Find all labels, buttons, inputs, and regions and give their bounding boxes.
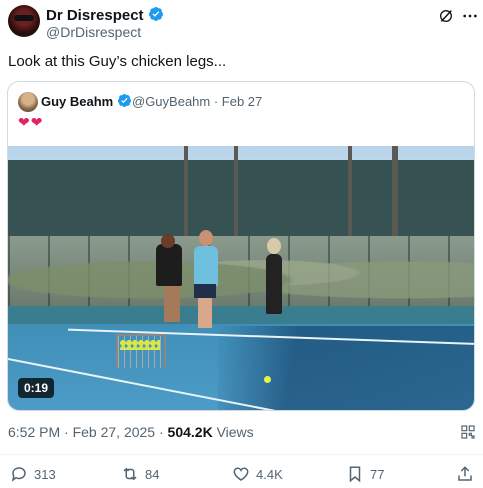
quoted-author-name[interactable]: Guy Beahm xyxy=(41,94,113,109)
divider xyxy=(0,454,483,455)
tweet-date[interactable]: 6:52 PM · Feb 27, 2025 · xyxy=(8,424,168,440)
verified-badge-icon xyxy=(118,93,132,107)
verified-badge-icon xyxy=(148,7,163,21)
like-icon xyxy=(233,467,249,481)
qr-icon[interactable] xyxy=(460,424,476,440)
video-scene-palm xyxy=(184,146,188,246)
author-avatar[interactable] xyxy=(8,5,40,37)
video-player[interactable]: 0:19 xyxy=(8,146,474,410)
quoted-author-avatar[interactable] xyxy=(18,92,38,112)
video-scene-player xyxy=(266,254,282,314)
reply-icon xyxy=(11,467,26,482)
video-scene-player-head xyxy=(199,230,213,246)
video-timecode: 0:19 xyxy=(18,378,55,398)
repost-button[interactable]: 84 xyxy=(121,465,159,483)
video-scene-player xyxy=(156,244,182,286)
quoted-text-hearts: ❤❤ xyxy=(18,114,44,130)
bookmark-icon xyxy=(349,466,361,483)
share-icon xyxy=(458,466,472,481)
video-scene-player-head xyxy=(161,234,175,248)
reply-button[interactable]: 313 xyxy=(10,465,56,483)
quoted-author-display-name[interactable]: Guy Beahm xyxy=(41,93,132,109)
meta-separator: · xyxy=(210,94,222,109)
video-scene-player-head xyxy=(267,238,281,254)
quoted-date[interactable]: Feb 27 xyxy=(222,94,262,109)
grok-icon[interactable] xyxy=(438,8,454,24)
video-scene-player xyxy=(194,246,218,286)
quoted-tweet-card[interactable]: Guy Beahm @GuyBeahm · Feb 27 ❤❤ 0:19 xyxy=(7,81,475,411)
video-scene-player-legs xyxy=(198,298,212,328)
video-scene-trees xyxy=(8,238,474,308)
bookmark-count: 77 xyxy=(370,466,385,482)
tweet-timestamp: 6:52 PM · Feb 27, 2025 · 504.2K Views xyxy=(8,424,254,440)
like-button[interactable]: 4.4K xyxy=(232,465,283,483)
video-scene-player-legs xyxy=(164,286,180,322)
video-scene-windscreen xyxy=(8,160,474,240)
video-scene-tennis-ball xyxy=(264,376,271,383)
quoted-meta: @GuyBeahm · Feb 27 xyxy=(132,94,262,109)
author-display-name[interactable]: Dr Disrespect xyxy=(46,6,164,24)
share-button[interactable] xyxy=(456,465,480,483)
video-scene-balls xyxy=(120,340,160,350)
author-name[interactable]: Dr Disrespect xyxy=(46,7,144,24)
video-scene-player-shorts xyxy=(194,284,216,298)
tweet-text: Look at this Guy’s chicken legs... xyxy=(8,53,227,70)
more-icon[interactable] xyxy=(462,10,478,22)
like-count: 4.4K xyxy=(256,466,283,482)
views-label: Views xyxy=(212,424,254,440)
author-handle[interactable]: @DrDisrespect xyxy=(46,24,141,40)
video-scene-palm xyxy=(234,146,238,241)
bookmark-button[interactable]: 77 xyxy=(346,465,384,483)
quoted-author-handle[interactable]: @GuyBeahm xyxy=(132,94,210,109)
reply-count: 313 xyxy=(34,466,56,482)
repost-count: 84 xyxy=(145,466,160,482)
views-count: 504.2K xyxy=(167,424,213,440)
repost-icon xyxy=(123,467,137,481)
